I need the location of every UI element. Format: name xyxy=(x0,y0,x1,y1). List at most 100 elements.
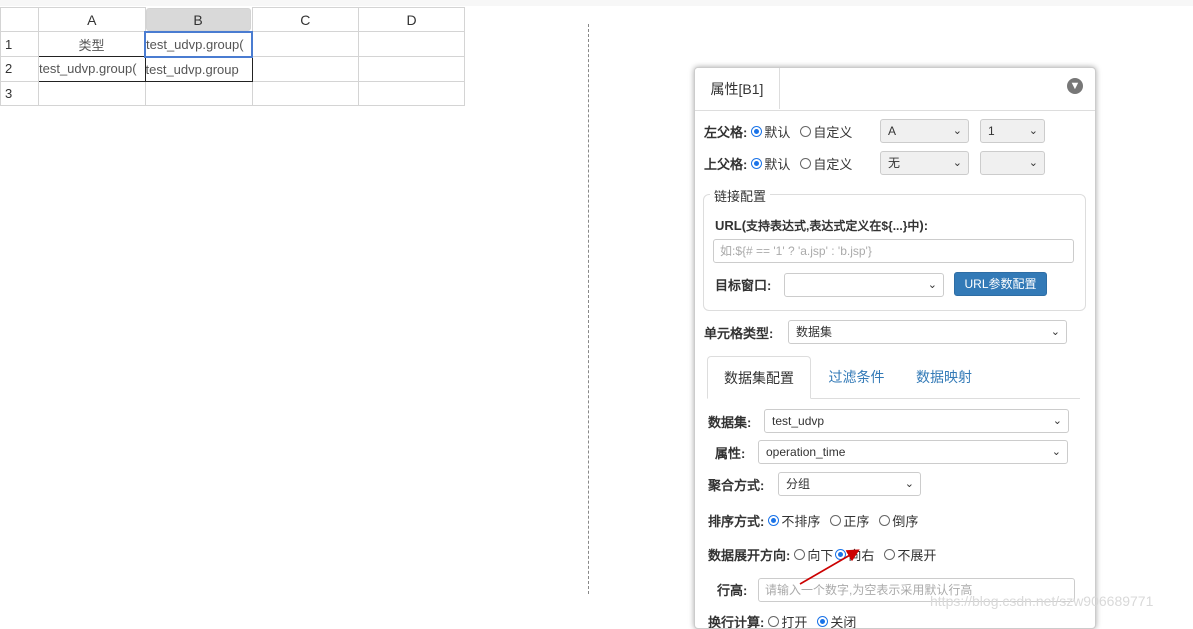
left-parent-column-select[interactable]: A⌄ xyxy=(880,119,969,143)
top-parent-default-radio[interactable]: 默认 xyxy=(751,154,790,173)
property-label: 属性: xyxy=(715,443,745,462)
row-header-2[interactable]: 2 xyxy=(1,57,39,82)
row-height-row: 行高: xyxy=(717,576,747,602)
left-parent-row-select[interactable]: 1⌄ xyxy=(980,119,1045,143)
dataset-select[interactable]: test_udvp ⌄ xyxy=(764,409,1069,433)
sort-label: 排序方式: xyxy=(708,511,764,530)
left-parent-default-radio[interactable]: 默认 xyxy=(751,122,790,141)
wrap-off-radio[interactable]: 关闭 xyxy=(817,612,856,629)
top-parent-row: 上父格: 默认 自定义 xyxy=(704,150,862,176)
select-value: operation_time xyxy=(766,445,845,459)
column-header-c[interactable]: C xyxy=(252,8,359,32)
collapse-down-icon[interactable]: ▼ xyxy=(1067,78,1083,94)
property-select[interactable]: operation_time ⌄ xyxy=(758,440,1068,464)
aggregate-label: 聚合方式: xyxy=(708,475,764,494)
column-header-d[interactable]: D xyxy=(359,8,465,32)
wrap-on-radio[interactable]: 打开 xyxy=(768,612,807,629)
radio-label: 默认 xyxy=(764,154,790,173)
expand-row: 数据展开方向: 向下 向右 不展开 xyxy=(708,541,946,567)
radio-label: 打开 xyxy=(781,612,807,629)
corner-cell[interactable] xyxy=(1,8,39,32)
top-parent-row-select[interactable]: ⌄ xyxy=(980,151,1045,175)
chevron-down-icon: ⌄ xyxy=(953,120,962,142)
expand-right-radio[interactable]: 向右 xyxy=(835,545,874,564)
sort-desc-radio[interactable]: 倒序 xyxy=(879,511,918,530)
cell-c1[interactable] xyxy=(252,32,359,57)
cell-b2[interactable]: test_udvp.group xyxy=(145,57,252,82)
wrap-label: 换行计算: xyxy=(708,612,764,629)
chevron-down-icon: ⌄ xyxy=(1029,152,1038,174)
cell-type-select[interactable]: 数据集 ⌄ xyxy=(788,320,1067,344)
url-param-config-button[interactable]: URL参数配置 xyxy=(954,272,1047,296)
chevron-down-icon: ⌄ xyxy=(1053,410,1062,432)
wrap-row: 换行计算: 打开 关闭 xyxy=(708,608,866,629)
select-value: test_udvp xyxy=(772,414,824,428)
cell-a1[interactable]: 类型 xyxy=(39,32,146,57)
row-height-label: 行高: xyxy=(717,580,747,599)
expand-label: 数据展开方向: xyxy=(708,545,790,564)
panel-tab-bar: 属性[B1] ▼ xyxy=(695,68,1095,111)
dataset-label: 数据集: xyxy=(708,412,751,431)
cell-d2[interactable] xyxy=(359,57,465,82)
url-label-end: ): xyxy=(919,218,928,233)
left-parent-row: 左父格: 默认 自定义 xyxy=(704,118,862,144)
cell-type-row: 单元格类型: xyxy=(704,319,773,345)
top-parent-column-select[interactable]: 无⌄ xyxy=(880,151,969,175)
cell-d1[interactable] xyxy=(359,32,465,57)
target-window-label: 目标窗口: xyxy=(715,275,771,294)
column-header-a[interactable]: A xyxy=(39,8,146,32)
cell-a2[interactable]: test_udvp.group( xyxy=(39,57,146,82)
sort-row: 排序方式: 不排序 正序 倒序 xyxy=(708,507,928,533)
expand-none-radio[interactable]: 不展开 xyxy=(884,545,936,564)
select-value: 1 xyxy=(988,124,995,138)
left-parent-custom-radio[interactable]: 自定义 xyxy=(800,122,852,141)
expand-down-radio[interactable]: 向下 xyxy=(794,545,833,564)
cell-a3[interactable] xyxy=(39,81,146,105)
select-value: 分组 xyxy=(786,477,810,491)
chevron-down-icon: ⌄ xyxy=(1051,321,1060,343)
top-parent-custom-radio[interactable]: 自定义 xyxy=(800,154,852,173)
tab-properties[interactable]: 属性[B1] xyxy=(695,68,780,109)
tab-data-mapping[interactable]: 数据映射 xyxy=(909,356,979,398)
cell-b1[interactable]: test_udvp.group( xyxy=(145,32,252,57)
url-input[interactable]: 如:${# == '1' ? 'a.jsp' : 'b.jsp'} xyxy=(713,239,1074,263)
radio-label: 自定义 xyxy=(813,122,852,141)
left-parent-label: 左父格: xyxy=(704,122,747,141)
chevron-down-icon: ⌄ xyxy=(928,274,937,296)
select-value: 数据集 xyxy=(796,325,832,339)
radio-label: 倒序 xyxy=(892,511,918,530)
target-window-select[interactable]: ⌄ xyxy=(784,273,944,297)
radio-label: 向下 xyxy=(807,545,833,564)
cell-c3[interactable] xyxy=(252,81,359,105)
sort-none-radio[interactable]: 不排序 xyxy=(768,511,820,530)
chevron-down-icon: ⌄ xyxy=(905,473,914,495)
property-panel: 属性[B1] ▼ 左父格: 默认 自定义 A⌄ 1⌄ 上父格: 默认 自定义 无… xyxy=(694,67,1096,629)
radio-label: 向右 xyxy=(848,545,874,564)
radio-label: 默认 xyxy=(764,122,790,141)
cell-c2[interactable] xyxy=(252,57,359,82)
column-header-b[interactable]: B xyxy=(146,8,251,31)
dataset-row: 数据集: xyxy=(708,408,751,434)
url-label-row: URL(支持表达式,表达式定义在${...}中): xyxy=(715,212,928,238)
splitter-line xyxy=(588,24,589,594)
row-header-3[interactable]: 3 xyxy=(1,81,39,105)
select-value: A xyxy=(888,124,896,138)
link-config-legend: 链接配置 xyxy=(710,186,770,205)
url-label: URL( xyxy=(715,218,746,233)
chevron-down-icon: ⌄ xyxy=(1052,441,1061,463)
top-parent-label: 上父格: xyxy=(704,154,747,173)
radio-dot-icon xyxy=(800,126,811,137)
radio-label: 正序 xyxy=(843,511,869,530)
tab-filter-conditions[interactable]: 过滤条件 xyxy=(819,356,894,398)
cell-b3[interactable] xyxy=(145,81,252,105)
radio-dot-icon xyxy=(879,515,890,526)
radio-dot-icon xyxy=(830,515,841,526)
spreadsheet-grid[interactable]: A B C D 1 类型 test_udvp.group( 2 test_udv… xyxy=(0,7,465,106)
tab-dataset-config[interactable]: 数据集配置 xyxy=(707,356,811,399)
row-header-1[interactable]: 1 xyxy=(1,32,39,57)
chevron-down-icon: ⌄ xyxy=(1029,120,1038,142)
cell-d3[interactable] xyxy=(359,81,465,105)
aggregate-select[interactable]: 分组 ⌄ xyxy=(778,472,921,496)
sort-asc-radio[interactable]: 正序 xyxy=(830,511,869,530)
radio-dot-icon xyxy=(768,515,779,526)
